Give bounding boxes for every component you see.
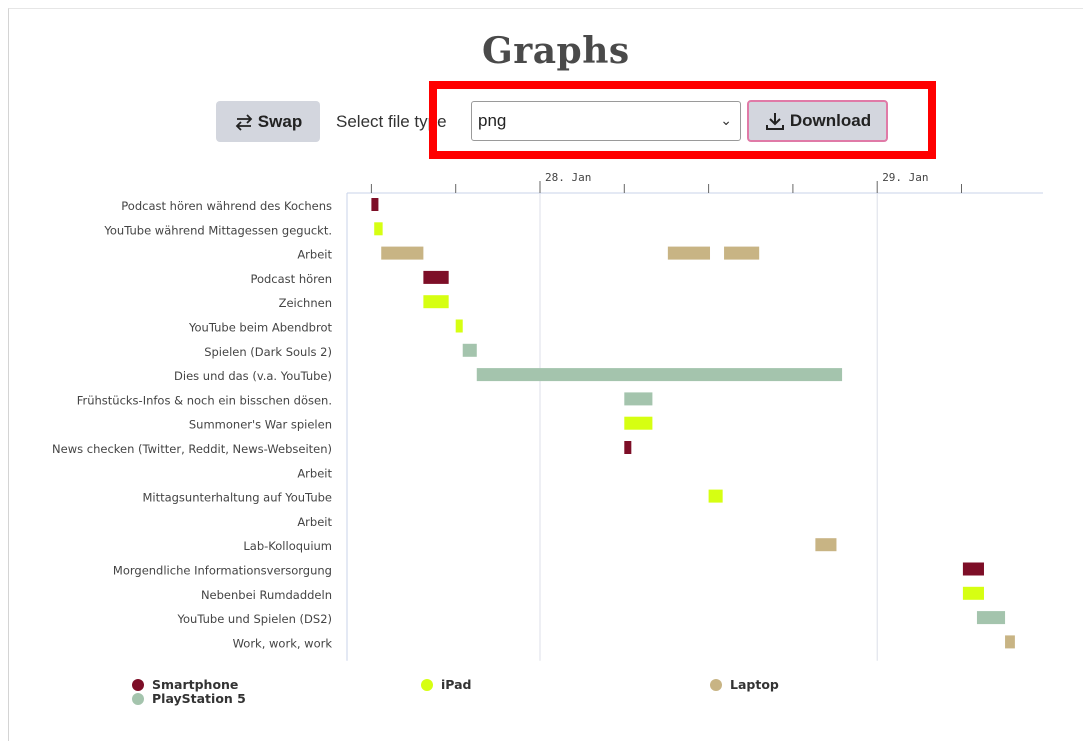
legend-label-laptop: Laptop	[730, 677, 779, 692]
row-label: YouTube während Mittagessen geguckt.	[103, 223, 332, 237]
row-label: Arbeit	[297, 248, 332, 262]
legend-item-ipad: iPad	[421, 677, 472, 692]
row-label: Summoner's War spielen	[189, 418, 332, 432]
row-label: Morgendliche Informationsversorgung	[113, 564, 332, 578]
x-tick-label: 28. Jan	[545, 171, 591, 184]
gantt-bar-playstation	[976, 611, 1006, 625]
gantt-bar-ipad	[455, 319, 463, 333]
row-label: Lab-Kolloquium	[243, 539, 332, 553]
legend-label-smartphone: Smartphone	[152, 677, 239, 692]
row-label: Mittagsunterhaltung auf YouTube	[142, 491, 332, 505]
gantt-bar-laptop	[815, 538, 837, 552]
row-label: Zeichnen	[279, 296, 332, 310]
row-label: Nebenbei Rumdaddeln	[201, 588, 332, 602]
legend-item-smartphone: Smartphone	[132, 677, 238, 692]
gantt-bar-ipad	[962, 586, 984, 600]
row-label: Arbeit	[297, 466, 332, 480]
legend-swatch-laptop	[710, 678, 722, 691]
row-label: Spielen (Dark Souls 2)	[204, 345, 332, 359]
legend-item-playstation: PlayStation 5	[132, 691, 246, 706]
gantt-bar-smartphone	[962, 562, 984, 576]
gantt-bar-ipad	[624, 416, 653, 430]
gantt-bar-laptop	[381, 246, 424, 260]
gantt-bar-playstation	[476, 368, 843, 382]
row-label: Podcast hören	[250, 272, 332, 286]
row-label: Arbeit	[297, 515, 332, 529]
gantt-bar-playstation	[624, 392, 653, 406]
legend-swatch-playstation	[132, 692, 144, 705]
legend-label-playstation: PlayStation 5	[152, 691, 246, 706]
gantt-bar-playstation	[462, 343, 477, 357]
legend-item-laptop: Laptop	[710, 677, 779, 692]
row-label: Work, work, work	[233, 636, 333, 650]
row-label: Podcast hören während des Kochens	[121, 199, 332, 213]
gantt-bar-laptop	[1005, 635, 1015, 649]
gantt-chart: 28. Jan 29. Jan Podcast hören während des …	[52, 171, 1043, 661]
gantt-bar-ipad	[708, 489, 723, 503]
legend-label-ipad: iPad	[441, 677, 472, 692]
gantt-bar-laptop	[724, 246, 760, 260]
gantt-bar-ipad	[423, 295, 449, 309]
row-label: Frühstücks-Infos & noch ein bisschen dös…	[77, 393, 332, 407]
x-tick-label: 29. Jan	[882, 171, 928, 184]
gantt-bar-laptop	[667, 246, 711, 260]
row-label: News checken (Twitter, Reddit, News-Webs…	[52, 442, 332, 456]
gantt-bar-smartphone	[624, 441, 632, 454]
legend-swatch-smartphone	[132, 678, 144, 691]
row-label: YouTube und Spielen (DS2)	[177, 612, 332, 626]
gantt-bar-smartphone	[371, 198, 379, 211]
legend-swatch-ipad	[421, 678, 433, 691]
row-label: Dies und das (v.a. YouTube)	[174, 369, 332, 383]
gantt-bar-ipad	[374, 222, 383, 236]
row-label: YouTube beim Abendbrot	[188, 321, 332, 335]
gantt-bar-smartphone	[423, 270, 449, 284]
